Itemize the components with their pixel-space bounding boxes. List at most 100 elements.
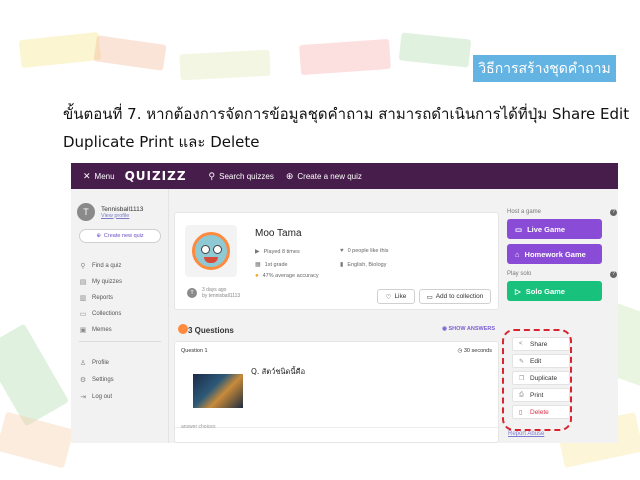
heart-icon: ♥: [340, 248, 344, 254]
user-block: T Tennisball1113 View profile: [77, 203, 143, 221]
likes-count: ♥ 0 people like this: [340, 248, 389, 254]
question-image: [193, 374, 243, 408]
help-icon[interactable]: ?: [610, 208, 617, 216]
host-game-label: Host a game: [507, 209, 542, 215]
subjects-label: English, Biology: [347, 261, 387, 268]
sidebar-item-profile[interactable]: ♙ Profile: [79, 359, 109, 367]
plus-icon: ⊕: [96, 233, 101, 239]
sidebar-item-find-quiz[interactable]: ⚲ Find a quiz: [79, 262, 121, 270]
search-quizzes-link[interactable]: ⚲ Search quizzes: [209, 171, 274, 182]
sidebar-divider: [79, 341, 161, 342]
search-icon: ⚲: [208, 170, 216, 181]
clock-icon: ◷: [457, 348, 463, 354]
folder-icon: ▭: [79, 311, 87, 318]
questions-icon: [178, 324, 188, 334]
sidebar: T Tennisball1113 View profile ⊕ Create n…: [71, 189, 169, 443]
likes-count-label: 0 people like this: [347, 248, 389, 254]
add-to-collection-label: Add to collection: [435, 293, 484, 300]
menu-button[interactable]: ✕ Menu: [83, 171, 115, 182]
screen-icon: ▭: [515, 224, 523, 234]
sidebar-item-label: My quizzes: [92, 279, 123, 285]
live-game-label: Live Game: [527, 224, 566, 234]
username: Tennisball1113: [101, 205, 144, 213]
play-solo-section: Play solo ?: [507, 269, 617, 279]
host-game-section: Host a game ?: [507, 207, 617, 217]
eye-icon: ◉: [442, 326, 447, 332]
author-name[interactable]: by tennisball1113: [202, 293, 240, 299]
quiz-cover-illustration: [192, 232, 230, 270]
view-profile-link[interactable]: View profile: [101, 213, 143, 219]
lego-brick-decoration: [0, 323, 70, 427]
like-button[interactable]: ♡ Like: [377, 289, 415, 304]
question-time: ◷ 30 seconds: [458, 348, 492, 354]
slide: วิธีการสร้างชุดคำถาม ขั้นตอนที่ 7. หากต้…: [0, 0, 640, 480]
create-new-quiz-button[interactable]: ⊕ Create new quiz: [79, 229, 161, 243]
help-icon[interactable]: ?: [610, 270, 617, 278]
sidebar-item-my-quizzes[interactable]: ▤ My quizzes: [79, 278, 122, 286]
lego-brick-decoration: [18, 31, 102, 69]
sidebar-item-settings[interactable]: ⚙ Settings: [79, 376, 114, 384]
book-icon: ▮: [340, 262, 344, 268]
sidebar-item-label: Find a quiz: [92, 263, 122, 269]
search-icon: ⚲: [80, 263, 86, 270]
subjects: ▮ English, Biology: [340, 261, 387, 269]
heart-outline-icon: ♡: [385, 293, 392, 301]
create-new-quiz-label: Create new quiz: [103, 233, 144, 239]
show-answers-label: SHOW ANSWERS: [448, 326, 495, 332]
homework-game-button[interactable]: ⌂ Homework Game: [507, 244, 602, 264]
report-abuse-link[interactable]: Report Abuse: [508, 431, 544, 437]
questions-header: 3 Questions ◉ SHOW ANSWERS: [174, 320, 499, 340]
grade-icon: ▦: [255, 262, 261, 268]
grade-level: ▦ 1st grade: [255, 261, 288, 269]
question-text: Q. สัตว์ชนิดนี้คือ: [251, 367, 306, 376]
sidebar-item-label: Log out: [92, 394, 113, 400]
top-nav-bar: ✕ Menu QUIZIZZ ⚲ Search quizzes ⊕ Create…: [71, 163, 618, 189]
question-time-label: 30 seconds: [463, 348, 492, 354]
sidebar-item-collections[interactable]: ▭ Collections: [79, 310, 122, 318]
instruction-text: ขั้นตอนที่ 7. หากต้องการจัดการข้อมูลชุดค…: [63, 100, 633, 156]
answer-divider: [175, 427, 500, 428]
average-accuracy: ● 47% average accuracy: [255, 273, 319, 279]
solo-game-button[interactable]: ▷ Solo Game: [507, 281, 602, 301]
menu-label: Menu: [94, 171, 115, 181]
played-count-label: Played 8 times: [263, 248, 300, 255]
sidebar-item-label: Settings: [92, 377, 114, 383]
lego-brick-decoration: [398, 32, 472, 68]
user-icon: ♙: [79, 360, 87, 367]
sidebar-item-label: Profile: [92, 360, 110, 366]
play-icon: ▶: [255, 249, 260, 255]
add-to-collection-button[interactable]: ▭ Add to collection: [419, 289, 491, 304]
sidebar-item-memes[interactable]: ▣ Memes: [79, 326, 112, 334]
answer-choices-label: answer choices: [181, 424, 216, 430]
sidebar-item-label: Collections: [92, 311, 122, 317]
create-quiz-label: Create a new quiz: [297, 171, 362, 181]
logout-icon: ⇥: [80, 394, 86, 401]
sidebar-item-label: Memes: [92, 327, 112, 333]
instruction-line-1: ขั้นตอนที่ 7. หากต้องการจัดการข้อมูลชุดค…: [63, 105, 630, 123]
lego-brick-decoration: [0, 411, 74, 469]
author-avatar[interactable]: T: [187, 288, 197, 298]
author-info: T 3 days ago by tennisball1113: [187, 287, 240, 299]
quiz-cover-image: [185, 225, 237, 277]
highlight-dashed-box: [502, 329, 572, 431]
instruction-line-2: Duplicate Print และ Delete: [63, 133, 260, 151]
sidebar-item-reports[interactable]: ▥ Reports: [79, 294, 113, 302]
show-answers-toggle[interactable]: ◉ SHOW ANSWERS: [442, 326, 495, 332]
like-label: Like: [394, 293, 407, 300]
live-game-button[interactable]: ▭ Live Game: [507, 219, 602, 239]
search-quizzes-label: Search quizzes: [219, 171, 274, 181]
quiz-summary-card: Moo Tama ▶ Played 8 times ♥ 0 people lik…: [174, 212, 499, 310]
lego-brick-decoration: [179, 49, 271, 81]
document-icon: ▤: [79, 279, 87, 286]
folder-icon: ▭: [426, 293, 433, 301]
played-count: ▶ Played 8 times: [255, 248, 300, 256]
plus-circle-icon: ⊕: [285, 170, 294, 181]
gear-icon: ⚙: [79, 377, 87, 384]
create-quiz-link[interactable]: ⊕ Create a new quiz: [286, 171, 362, 182]
sidebar-item-logout[interactable]: ⇥ Log out: [79, 393, 112, 401]
quizizz-logo[interactable]: QUIZIZZ: [125, 169, 187, 183]
chart-icon: ▥: [79, 295, 87, 302]
avatar[interactable]: T: [77, 203, 95, 221]
close-icon: ✕: [83, 170, 91, 181]
image-icon: ▣: [79, 327, 87, 334]
